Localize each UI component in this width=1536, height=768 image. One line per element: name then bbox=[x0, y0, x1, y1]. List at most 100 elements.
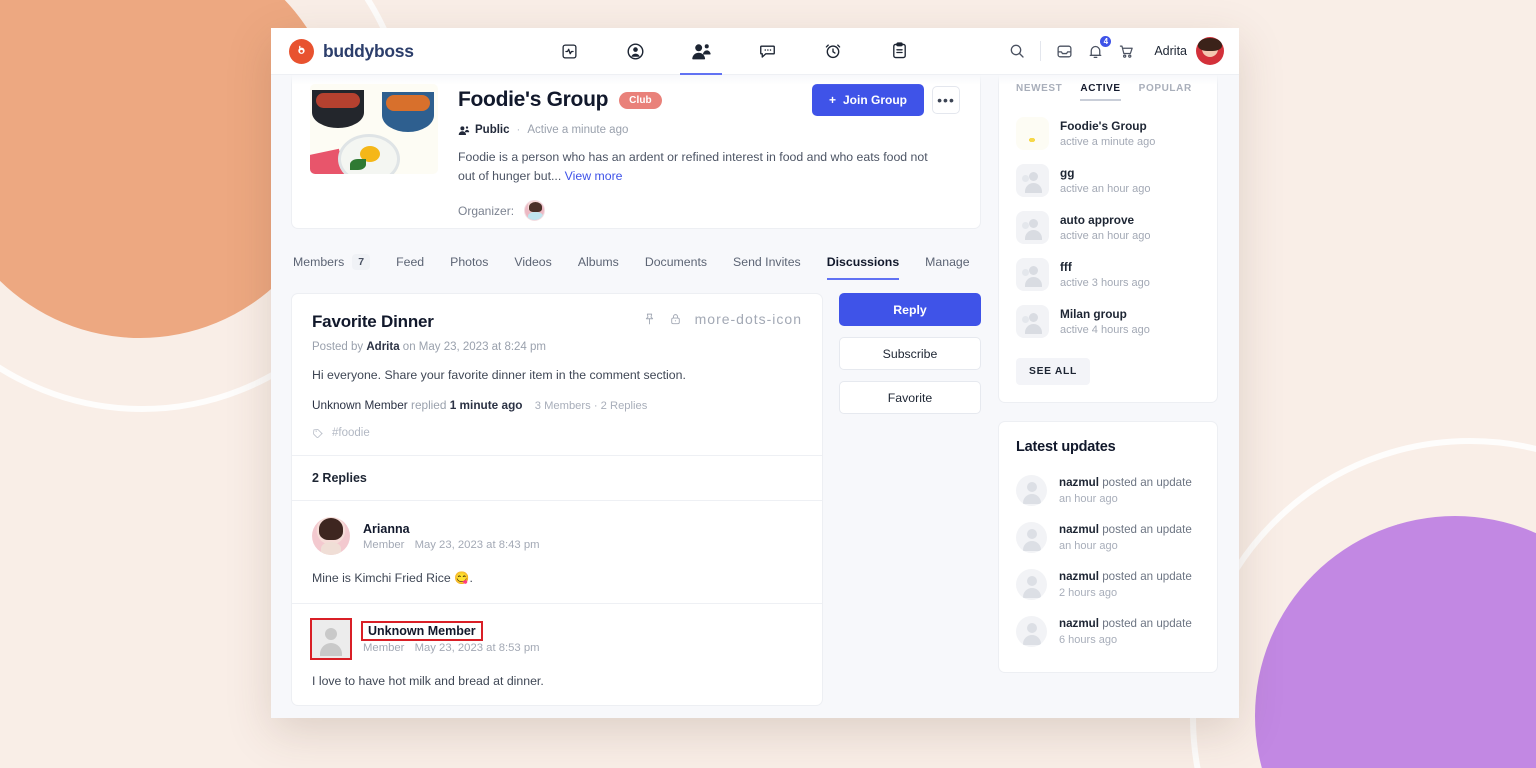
tab-members-count: 7 bbox=[352, 254, 370, 270]
topic-header: Favorite Dinner bbox=[292, 294, 822, 455]
nav-activity[interactable] bbox=[536, 28, 602, 75]
filter-popular[interactable]: POPULAR bbox=[1139, 83, 1192, 101]
brand-name: buddyboss bbox=[323, 41, 414, 62]
nav-members[interactable] bbox=[668, 28, 734, 75]
reply-author-name[interactable]: Unknown Member bbox=[363, 623, 540, 639]
tab-send-invites[interactable]: Send Invites bbox=[720, 247, 814, 280]
tab-documents[interactable]: Documents bbox=[632, 247, 720, 280]
group-visibility-label: Public bbox=[475, 124, 510, 136]
lock-icon[interactable] bbox=[669, 312, 682, 326]
group-name: fff bbox=[1060, 260, 1150, 274]
group-activity-time: active an hour ago bbox=[1060, 183, 1151, 195]
user-placeholder-avatar bbox=[1016, 475, 1047, 506]
favorite-button[interactable]: Favorite bbox=[839, 381, 981, 414]
group-placeholder-avatar bbox=[1016, 258, 1049, 291]
tab-manage[interactable]: Manage bbox=[912, 247, 982, 280]
replies-header: 2 Replies bbox=[292, 456, 822, 500]
nav-profile[interactable] bbox=[602, 28, 668, 75]
join-group-label: Join Group bbox=[843, 93, 907, 107]
list-item[interactable]: nazmul posted an update 6 hours ago bbox=[1016, 608, 1200, 655]
update-action: posted an update bbox=[1102, 570, 1192, 583]
reply-author-name[interactable]: Arianna bbox=[363, 522, 540, 536]
see-all-groups-button[interactable]: SEE ALL bbox=[1016, 358, 1090, 385]
view-more-link[interactable]: View more bbox=[565, 169, 623, 183]
update-time: an hour ago bbox=[1059, 493, 1192, 505]
update-text: nazmul posted an update bbox=[1059, 617, 1192, 630]
nav-messages[interactable] bbox=[734, 28, 800, 75]
search-button[interactable] bbox=[1001, 36, 1032, 67]
latest-updates-title: Latest updates bbox=[1016, 439, 1200, 455]
list-item[interactable]: nazmul posted an update an hour ago bbox=[1016, 514, 1200, 561]
tab-feed[interactable]: Feed bbox=[383, 247, 437, 280]
people-group-icon bbox=[458, 125, 470, 136]
last-reply-when: 1 minute ago bbox=[450, 398, 523, 412]
brand-logo[interactable]: buddyboss bbox=[289, 39, 414, 64]
reply-header: Unknown Member Member May 23, 2023 at 8:… bbox=[312, 620, 802, 658]
list-item[interactable]: auto approve active an hour ago bbox=[1016, 204, 1200, 251]
nav-right-actions: 4 Adrita bbox=[1001, 36, 1224, 67]
group-more-button[interactable]: ••• bbox=[932, 86, 960, 114]
group-name: Milan group bbox=[1060, 307, 1150, 321]
activity-pulse-icon bbox=[561, 43, 578, 60]
groups-list: Foodie's Group active a minute ago gg ac… bbox=[1016, 110, 1200, 345]
groups-filter-tabs: NEWEST ACTIVE POPULAR bbox=[1016, 75, 1200, 101]
topic-action-icons: more-dots-icon bbox=[643, 312, 802, 326]
people-group-icon bbox=[691, 42, 712, 61]
profile-circle-icon bbox=[626, 42, 645, 61]
tab-discussions[interactable]: Discussions bbox=[814, 247, 912, 280]
notifications-button[interactable]: 4 bbox=[1080, 36, 1111, 67]
inbox-button[interactable] bbox=[1049, 36, 1080, 67]
list-item[interactable]: Foodie's Group active a minute ago bbox=[1016, 110, 1200, 157]
topic-body-text: Hi everyone. Share your favorite dinner … bbox=[312, 366, 802, 384]
topic-last-reply: Unknown Member replied 1 minute ago 3 Me… bbox=[312, 398, 802, 412]
topic-more-icon[interactable]: more-dots-icon bbox=[695, 315, 802, 323]
update-user: nazmul bbox=[1059, 617, 1099, 630]
group-meta: Foodie's Group Club + Join Group ••• bbox=[458, 84, 960, 208]
posted-author[interactable]: Adrita bbox=[366, 341, 399, 353]
latest-updates-widget: Latest updates nazmul posted an update a… bbox=[998, 421, 1218, 673]
group-activity-time: active an hour ago bbox=[1060, 230, 1151, 242]
inbox-tray-icon bbox=[1056, 43, 1073, 60]
reply-button[interactable]: Reply bbox=[839, 293, 981, 326]
tab-members[interactable]: Members 7 bbox=[293, 246, 383, 281]
tab-members-label: Members bbox=[293, 255, 344, 269]
last-reply-author[interactable]: Unknown Member bbox=[312, 398, 408, 412]
group-placeholder-avatar bbox=[1016, 164, 1049, 197]
list-item[interactable]: nazmul posted an update an hour ago bbox=[1016, 467, 1200, 514]
user-placeholder-avatar bbox=[1016, 522, 1047, 553]
list-item[interactable]: nazmul posted an update 2 hours ago bbox=[1016, 561, 1200, 608]
discussion-action-rail: Reply Subscribe Favorite bbox=[839, 293, 981, 414]
update-time: 2 hours ago bbox=[1059, 587, 1192, 599]
tab-albums[interactable]: Albums bbox=[565, 247, 632, 280]
list-item[interactable]: gg active an hour ago bbox=[1016, 157, 1200, 204]
topic-title: Favorite Dinner bbox=[312, 312, 434, 332]
posted-prefix: Posted by bbox=[312, 341, 363, 353]
unknown-member-avatar[interactable] bbox=[312, 620, 350, 658]
organizer-label: Organizer: bbox=[458, 204, 514, 218]
last-reply-verb: replied bbox=[411, 398, 446, 412]
list-item[interactable]: Milan group active 4 hours ago bbox=[1016, 298, 1200, 345]
user-name: Adrita bbox=[1154, 44, 1187, 58]
tab-videos[interactable]: Videos bbox=[501, 247, 564, 280]
tab-photos[interactable]: Photos bbox=[437, 247, 501, 280]
nav-documents[interactable] bbox=[866, 28, 932, 75]
user-avatar[interactable] bbox=[1196, 37, 1224, 65]
organizer-row: Organizer: bbox=[458, 200, 960, 221]
page-canvas: buddyboss bbox=[0, 0, 1536, 768]
organizer-avatar[interactable] bbox=[524, 200, 545, 221]
list-item[interactable]: fff active 3 hours ago bbox=[1016, 251, 1200, 298]
reply-item: Unknown Member Member May 23, 2023 at 8:… bbox=[292, 604, 822, 705]
filter-active[interactable]: ACTIVE bbox=[1080, 83, 1120, 101]
subscribe-button[interactable]: Subscribe bbox=[839, 337, 981, 370]
cart-button[interactable] bbox=[1111, 36, 1142, 67]
group-description-text: Foodie is a person who has an ardent or … bbox=[458, 150, 928, 183]
topic-tag-label[interactable]: #foodie bbox=[332, 427, 370, 439]
update-text: nazmul posted an update bbox=[1059, 523, 1192, 536]
search-icon bbox=[1009, 43, 1025, 59]
nav-notifications[interactable] bbox=[800, 28, 866, 75]
filter-newest[interactable]: NEWEST bbox=[1016, 83, 1062, 101]
plus-icon: + bbox=[829, 93, 836, 107]
arianna-avatar[interactable] bbox=[312, 517, 350, 555]
pin-icon[interactable] bbox=[643, 312, 656, 326]
join-group-button[interactable]: + Join Group bbox=[812, 84, 924, 116]
